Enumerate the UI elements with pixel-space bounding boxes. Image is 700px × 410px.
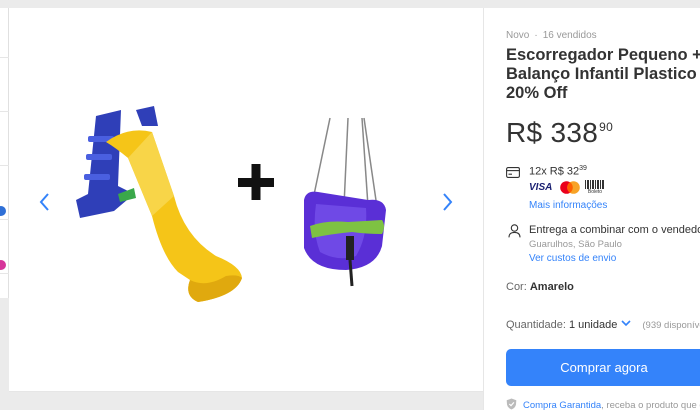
separator: · [534, 30, 538, 41]
thumbnail-4[interactable] [0, 170, 9, 220]
swing-illustration [304, 117, 386, 287]
slide-illustration [76, 106, 242, 302]
thumbnail-strip [0, 8, 9, 298]
shield-icon [506, 398, 517, 410]
product-info-panel: Novo · 16 vendidos Escorregador Pequeno + … [483, 8, 700, 410]
title-line-2: Balanço Infantil Plastico [506, 65, 697, 83]
product-gallery [9, 8, 483, 392]
chevron-right-icon[interactable] [437, 190, 457, 214]
product-title: Escorregador Pequeno + Balanço Infantil … [506, 46, 700, 103]
delivery-text: Entrega a combinar com o vendedor [529, 224, 700, 236]
quantity-selector: Quantidade: 1 unidade (939 disponíveis) [506, 318, 700, 331]
installments-value: 12x R$ 32 [529, 165, 580, 178]
price-main: R$ 338 [506, 117, 599, 148]
installments-text: 12x R$ 3239 [529, 165, 587, 178]
title-line-3: 20% Off [506, 84, 568, 102]
buy-now-label: Comprar agora [560, 360, 648, 375]
mastercard-icon [559, 181, 581, 194]
shipping-costs-link[interactable]: Ver custos de envio [529, 253, 616, 264]
quantity-value: 1 unidade [569, 319, 618, 331]
buy-now-button[interactable]: Comprar agora [506, 349, 700, 386]
barcode-icon [585, 180, 605, 189]
color-value: Amarelo [529, 281, 574, 293]
color-label: Cor: [506, 281, 527, 293]
plus-icon [238, 164, 274, 200]
installments-cents: 39 [579, 165, 587, 172]
credit-card-icon [506, 165, 520, 178]
thumbnail-1[interactable] [0, 8, 9, 58]
available-stock: (939 disponíveis) [642, 320, 700, 331]
thumbnail-2[interactable] [0, 62, 9, 112]
quantity-dropdown[interactable]: 1 unidade [569, 319, 631, 331]
price: R$ 33890 [506, 117, 613, 149]
thumbnail-image [0, 206, 6, 216]
guarantee-link[interactable]: Compra Garantida [523, 400, 601, 410]
person-icon [508, 224, 521, 238]
boleto-icon: Boleto [585, 180, 605, 196]
thumbnail-image [0, 260, 6, 270]
delivery-location: Guarulhos, São Paulo [529, 239, 622, 250]
purchase-guarantee: Compra Garantida, receba o produto que e… [506, 398, 700, 410]
thumbnail-3[interactable] [0, 116, 9, 166]
sold-count: 16 vendidos [542, 30, 597, 41]
product-image[interactable] [66, 96, 424, 308]
more-info-link[interactable]: Mais informações [529, 200, 607, 211]
quantity-label: Quantidade: [506, 319, 566, 331]
price-cents: 90 [599, 120, 614, 134]
thumbnail-5[interactable] [0, 224, 9, 274]
condition-label: Novo [506, 30, 530, 41]
boleto-label: Boleto [587, 189, 603, 195]
chevron-left-icon[interactable] [35, 190, 55, 214]
chevron-down-icon [621, 318, 631, 327]
title-line-1: Escorregador Pequeno + [506, 46, 700, 64]
color-selector: Cor: Amarelo [506, 281, 574, 293]
guarantee-text: , receba o produto que está esperando [601, 400, 700, 410]
visa-icon: VISA [529, 182, 553, 193]
product-subtitle: Novo · 16 vendidos [506, 30, 597, 41]
